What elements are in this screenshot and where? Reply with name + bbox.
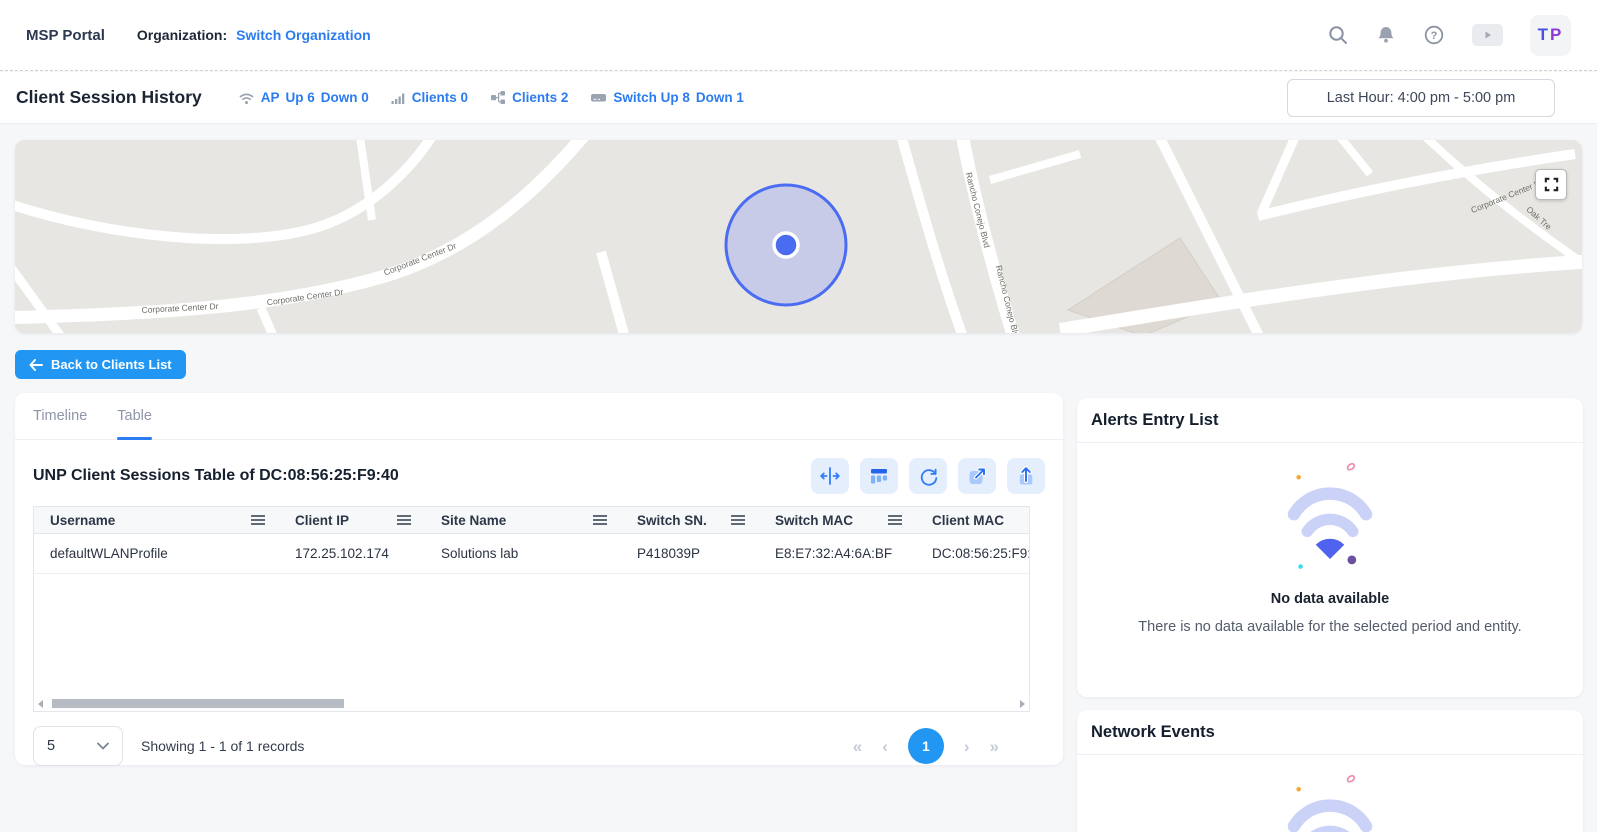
no-data-title: No data available [1271,591,1389,607]
svg-text:?: ? [1431,30,1438,42]
map-canvas[interactable] [15,140,1582,333]
back-to-clients-button[interactable]: Back to Clients List [15,350,186,379]
network-status-bar: AP Up 6 Down 0 Clients 0 Clients 2 Switc… [238,90,744,105]
events-no-data [1077,755,1583,832]
top-header: MSP Portal Organization: Switch Organiza… [0,0,1597,71]
column-header-username: Username [34,507,279,533]
refresh-icon [917,465,939,487]
columns-button[interactable] [860,458,898,494]
wired-clients-status[interactable]: Clients 2 [490,90,568,105]
pagination-bar: 5 Showing 1 - 1 of 1 records « ‹ 1 › » [33,726,1045,766]
no-data-wifi-illustration [1273,769,1387,832]
column-header-client-ip: Client IP [279,507,425,533]
records-summary: Showing 1 - 1 of 1 records [141,738,304,754]
wifi-icon [238,91,255,105]
page-size-select[interactable]: 5 [33,726,123,766]
search-icon[interactable] [1327,24,1349,46]
table-header-row: Username Client IP Site Name Switch SN. … [34,507,1029,534]
page-header: Client Session History AP Up 6 Down 0 Cl… [0,72,1597,124]
table-toolbar [811,458,1045,494]
tab-timeline[interactable]: Timeline [33,393,87,439]
column-menu-icon[interactable] [888,515,902,525]
previous-page-button[interactable]: ‹ [882,738,888,755]
organization-label: Organization: [137,27,227,43]
no-data-message: There is no data available for the selec… [1138,619,1521,635]
alerts-no-data: No data available There is no data avail… [1077,443,1583,635]
alerts-entry-list-card: Alerts Entry List No data available Ther… [1077,398,1583,697]
last-page-button[interactable]: » [990,738,999,755]
export-icon [1015,465,1037,487]
fullscreen-icon [1543,176,1560,193]
network-events-card: Network Events [1077,710,1583,832]
table-row: defaultWLANProfile 172.25.102.174 Soluti… [34,534,1029,574]
site-map[interactable]: Corporate Center Dr Corporate Center Dr … [15,140,1582,333]
column-menu-icon[interactable] [731,515,745,525]
app-window: MSP Portal Organization: Switch Organiza… [0,0,1597,832]
columns-icon [868,465,890,487]
pager: « ‹ 1 › » [853,728,999,764]
sessions-table-title: UNP Client Sessions Table of DC:08:56:25… [33,467,399,485]
column-header-switch-mac: Switch MAC [759,507,916,533]
signal-bars-icon [391,91,406,105]
open-external-button[interactable] [958,458,996,494]
video-tutorials-icon[interactable] [1472,24,1503,46]
export-button[interactable] [1007,458,1045,494]
open-external-icon [966,465,988,487]
time-range-picker[interactable]: Last Hour: 4:00 pm - 5:00 pm [1287,79,1555,117]
fullscreen-button[interactable] [1535,169,1567,200]
column-menu-icon[interactable] [397,515,411,525]
switch-organization-link[interactable]: Switch Organization [236,27,371,43]
current-page-button[interactable]: 1 [908,728,944,764]
column-header-client-mac: Client MAC [916,507,1030,533]
column-menu-icon[interactable] [251,515,265,525]
scrollbar-thumb[interactable] [52,699,344,708]
next-page-button[interactable]: › [964,738,970,755]
column-header-site-name: Site Name [425,507,621,533]
column-header-switch-sn: Switch SN. [621,507,759,533]
fit-columns-button[interactable] [811,458,849,494]
alerts-card-title: Alerts Entry List [1091,411,1218,430]
avatar[interactable]: TP [1530,15,1571,56]
first-page-button[interactable]: « [853,738,862,755]
horizontal-scrollbar[interactable] [34,697,1029,711]
refresh-button[interactable] [909,458,947,494]
back-arrow-icon [29,359,43,371]
notifications-bell-icon[interactable] [1376,25,1396,45]
switch-icon [590,91,607,104]
chevron-down-icon [97,742,109,750]
sessions-table: Username Client IP Site Name Switch SN. … [33,506,1030,712]
scroll-left-icon[interactable] [38,700,43,708]
column-menu-icon[interactable] [593,515,607,525]
tab-table[interactable]: Table [117,393,152,439]
help-icon[interactable]: ? [1423,24,1445,46]
scroll-right-icon[interactable] [1020,700,1025,708]
location-radius-marker[interactable] [726,185,846,305]
header-actions: ? TP [1327,15,1571,56]
brand: MSP Portal [26,27,105,44]
page-title: Client Session History [16,87,202,108]
no-data-wifi-illustration [1273,457,1387,583]
client-sessions-card: Timeline Table UNP Client Sessions Table… [15,393,1063,765]
wireless-clients-status[interactable]: Clients 0 [391,90,468,105]
events-card-title: Network Events [1091,723,1215,742]
topology-icon [490,90,506,105]
switch-status[interactable]: Switch Up 8 Down 1 [590,90,744,105]
fit-columns-icon [819,465,841,487]
ap-status[interactable]: AP Up 6 Down 0 [238,90,369,105]
view-tabs: Timeline Table [15,393,1063,440]
